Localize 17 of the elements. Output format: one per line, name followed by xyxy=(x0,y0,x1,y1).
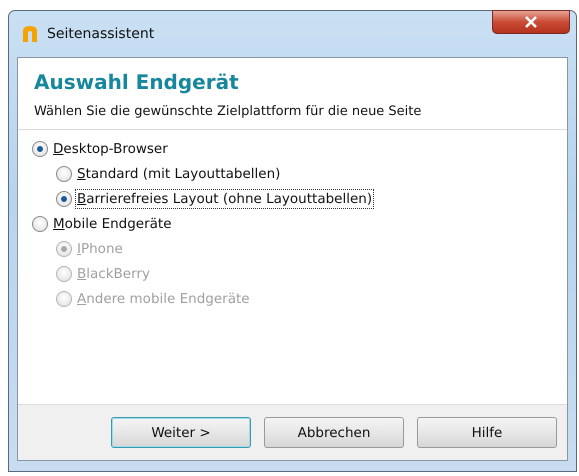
option-label[interactable]: Desktop-Browser xyxy=(52,140,169,158)
page-heading: Auswahl Endgerät xyxy=(34,70,240,94)
dialog-button[interactable]: Abbrechen xyxy=(264,417,404,448)
page-description: Wählen Sie die gewünschte Zielplattform für die neue Seite xyxy=(34,104,422,119)
dialog-button[interactable]: Hilfe xyxy=(417,417,557,448)
window-title: Seitenassistent xyxy=(47,26,154,42)
radio-button[interactable] xyxy=(56,191,72,207)
arch-icon xyxy=(21,25,39,43)
radio-button[interactable] xyxy=(56,166,72,182)
option-label[interactable]: Standard (mit Layouttabellen) xyxy=(76,165,282,183)
close-icon xyxy=(524,16,538,28)
radio-button[interactable] xyxy=(32,141,48,157)
radio-button[interactable] xyxy=(32,216,48,232)
dialog-button[interactable]: Weiter > xyxy=(111,417,251,448)
close-button[interactable] xyxy=(492,10,570,34)
option-label[interactable]: Barrierefreies Layout (ohne Layouttabellen) xyxy=(76,190,374,208)
option-label[interactable]: Mobile Endgeräte xyxy=(52,215,173,233)
